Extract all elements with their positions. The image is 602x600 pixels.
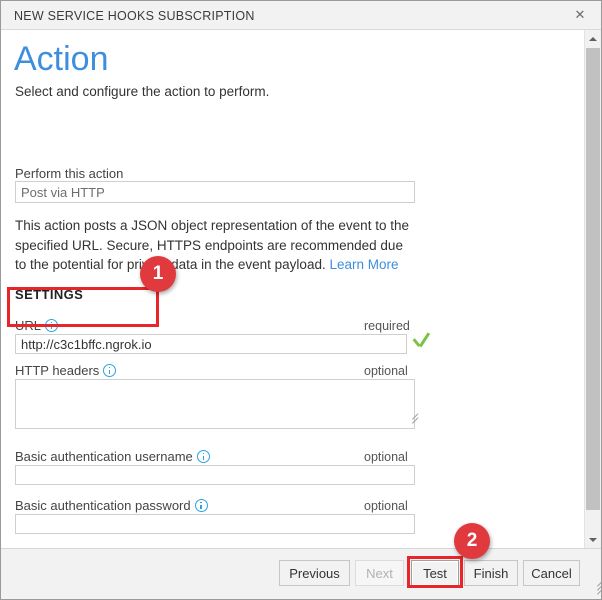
http-headers-textarea[interactable] xyxy=(15,379,415,429)
info-icon[interactable] xyxy=(45,319,58,332)
settings-scrollbar[interactable] xyxy=(584,30,601,548)
learn-more-link[interactable]: Learn More xyxy=(329,257,398,272)
page-subtitle: Select and configure the action to perfo… xyxy=(15,84,269,99)
perform-action-field[interactable] xyxy=(15,181,415,203)
dialog-content: Action Select and configure the action t… xyxy=(1,30,601,548)
scroll-up-icon[interactable] xyxy=(585,30,601,47)
settings-heading: SETTINGS xyxy=(15,287,83,302)
info-icon[interactable] xyxy=(197,450,210,463)
basic-auth-password-label-text: Basic authentication password xyxy=(15,498,191,513)
basic-auth-username-label-text: Basic authentication username xyxy=(15,449,193,464)
http-headers-label-text: HTTP headers xyxy=(15,363,99,378)
previous-button[interactable]: Previous xyxy=(279,560,350,586)
page-title: Action xyxy=(14,39,109,79)
basic-auth-password-input[interactable] xyxy=(15,514,415,534)
dialog-title: NEW SERVICE HOOKS SUBSCRIPTION xyxy=(14,9,255,23)
basic-auth-password-label: Basic authentication password xyxy=(15,498,208,513)
url-label: URL xyxy=(15,318,58,333)
dialog-footer: Previous Next Test Finish Cancel xyxy=(1,548,601,599)
window-resize-grip[interactable] xyxy=(586,585,598,597)
settings-scroll-area: Action Select and configure the action t… xyxy=(1,30,574,548)
dialog-titlebar: NEW SERVICE HOOKS SUBSCRIPTION ✕ xyxy=(1,1,601,30)
http-headers-requirement: optional xyxy=(364,364,408,378)
url-input[interactable] xyxy=(15,334,407,354)
url-label-text: URL xyxy=(15,318,41,333)
http-headers-label: HTTP headers xyxy=(15,363,116,378)
basic-auth-password-requirement: optional xyxy=(364,499,408,513)
scrollbar-thumb[interactable] xyxy=(586,48,600,510)
next-button[interactable]: Next xyxy=(355,560,404,586)
perform-action-label: Perform this action xyxy=(15,166,123,181)
finish-button[interactable]: Finish xyxy=(464,560,518,586)
cancel-button[interactable]: Cancel xyxy=(523,560,580,586)
basic-auth-username-requirement: optional xyxy=(364,450,408,464)
basic-auth-username-label: Basic authentication username xyxy=(15,449,210,464)
test-button[interactable]: Test xyxy=(411,560,459,586)
action-description: This action posts a JSON object represen… xyxy=(15,216,415,275)
valid-check-icon xyxy=(412,332,430,350)
info-icon[interactable] xyxy=(195,499,208,512)
new-service-hooks-subscription-dialog: NEW SERVICE HOOKS SUBSCRIPTION ✕ Action … xyxy=(0,0,602,600)
scroll-down-icon[interactable] xyxy=(585,531,601,548)
url-requirement: required xyxy=(364,319,410,333)
close-icon[interactable]: ✕ xyxy=(559,1,601,29)
basic-auth-username-input[interactable] xyxy=(15,465,415,485)
info-icon[interactable] xyxy=(103,364,116,377)
